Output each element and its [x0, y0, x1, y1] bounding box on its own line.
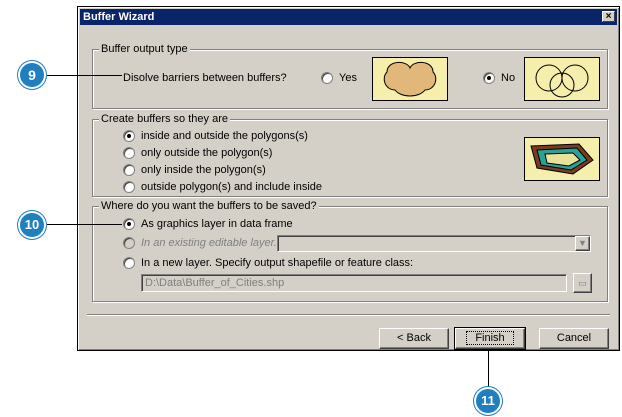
only-inside-radio[interactable]: [123, 164, 135, 176]
no-label[interactable]: No: [501, 72, 515, 85]
step-11-leader: [488, 349, 489, 389]
outside-include-inside-label[interactable]: outside polygon(s) and include inside: [141, 181, 322, 194]
window-title: Buffer Wizard: [83, 11, 155, 23]
chevron-down-icon[interactable]: ▼: [575, 236, 590, 251]
existing-layer-dropdown[interactable]: [277, 235, 591, 252]
only-inside-label[interactable]: only inside the polygon(s): [141, 164, 266, 177]
finish-button[interactable]: Finish: [454, 327, 526, 350]
new-layer-radio[interactable]: [123, 257, 135, 269]
step-10-leader: [47, 224, 122, 225]
finish-button-label: Finish: [466, 331, 514, 345]
save-location-group: Where do you want the buffers to be save…: [92, 200, 608, 302]
output-path-field[interactable]: D:\Data\Buffer_of_Cities.shp: [141, 274, 567, 292]
close-icon[interactable]: ×: [602, 11, 615, 22]
title-bar: Buffer Wizard ×: [80, 9, 617, 25]
back-button[interactable]: < Back: [379, 328, 449, 349]
buffer-wizard-dialog: Buffer Wizard × Buffer output type Disol…: [77, 6, 620, 351]
graphics-layer-label[interactable]: As graphics layer in data frame: [141, 218, 293, 231]
new-layer-label[interactable]: In a new layer. Specify output shapefile…: [141, 257, 413, 270]
step-9-leader: [47, 75, 122, 76]
buffer-output-type-group: Buffer output type Disolve barriers betw…: [92, 43, 608, 109]
no-radio[interactable]: [483, 72, 495, 84]
cancel-button-label: Cancel: [556, 332, 592, 344]
button-separator: [87, 314, 610, 316]
dissolved-buffers-icon: [383, 62, 437, 97]
create-buffers-legend: Create buffers so they are: [99, 113, 230, 126]
dissolved-buffer-preview: [372, 57, 448, 101]
existing-layer-label: In an existing editable layer.: [141, 237, 277, 249]
save-location-legend: Where do you want the buffers to be save…: [99, 200, 319, 213]
yes-radio[interactable]: [321, 72, 333, 84]
polygon-buffer-icon: [530, 143, 594, 175]
back-button-label: < Back: [397, 332, 431, 344]
buffer-output-type-legend: Buffer output type: [99, 43, 190, 56]
outside-include-inside-radio[interactable]: [123, 181, 135, 193]
step-11-callout: 11: [476, 389, 500, 413]
undissolved-buffer-preview: [524, 57, 600, 101]
step-9-callout: 9: [20, 63, 44, 87]
yes-label[interactable]: Yes: [339, 72, 357, 85]
create-buffers-group: Create buffers so they are inside and ou…: [92, 113, 608, 197]
overlapping-buffers-icon: [535, 64, 589, 98]
dissolve-question-label: Disolve barriers between buffers?: [123, 72, 287, 84]
inside-outside-label[interactable]: inside and outside the polygons(s): [141, 130, 308, 143]
polygon-buffer-preview: [524, 137, 600, 181]
inside-outside-radio[interactable]: [123, 130, 135, 142]
browse-folder-button[interactable]: ▭: [573, 273, 592, 293]
existing-layer-radio[interactable]: [123, 237, 135, 249]
step-10-callout: 10: [20, 213, 44, 237]
only-outside-label[interactable]: only outside the polygon(s): [141, 147, 272, 160]
only-outside-radio[interactable]: [123, 147, 135, 159]
cancel-button[interactable]: Cancel: [539, 328, 609, 349]
graphics-layer-radio[interactable]: [123, 218, 135, 230]
